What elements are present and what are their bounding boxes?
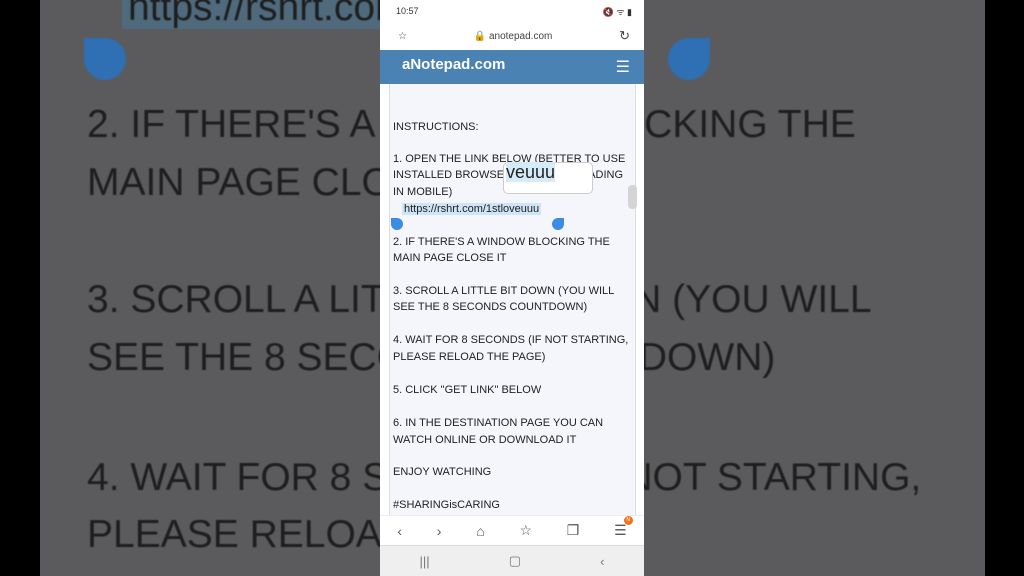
url-field[interactable]: 🔒 anotepad.com (474, 31, 553, 42)
note-line: PLEASE RELOAD THE PAGE) (393, 351, 546, 363)
bg-selection-handle (668, 38, 710, 80)
system-nav-bar: ||| ▢ ‹ (380, 545, 644, 576)
system-back-icon[interactable]: ‹ (600, 554, 604, 569)
note-content: INSTRUCTIONS: 1. OPEN THE LINK BELOW (BE… (389, 84, 636, 515)
site-title[interactable]: aNotepad.com (402, 56, 505, 73)
reload-icon[interactable]: ↻ (619, 28, 630, 44)
scrollbar-thumb[interactable] (628, 185, 637, 209)
note-line: #SHARINGisCARING (393, 499, 500, 511)
note-line: WATCH ONLINE OR DOWNLOAD IT (393, 434, 577, 446)
note-line: 4. WAIT FOR 8 SECONDS (IF NOT STARTING, (393, 334, 629, 346)
bg-selection-handle (84, 38, 126, 80)
home-button-icon[interactable]: ▢ (509, 553, 521, 569)
browser-bottom-nav: ‹ › ⌂ ☆ ❐ ☰ N (380, 515, 644, 545)
status-icons: 🔇 ᯤ ▮ (602, 6, 632, 17)
recents-icon[interactable]: ||| (420, 554, 430, 569)
site-header: aNotepad.com ☰ (380, 50, 644, 84)
note-line: MAIN PAGE CLOSE IT (393, 252, 507, 264)
bookmarks-icon[interactable]: ☆ (519, 522, 532, 539)
text-magnifier: veuuu (503, 162, 593, 194)
hamburger-menu-icon[interactable]: ☰ (616, 57, 630, 77)
forward-icon[interactable]: › (437, 523, 442, 539)
note-line: 5. CLICK "GET LINK" BELOW (393, 384, 542, 396)
note-line: SEE THE 8 SECONDS COUNTDOWN) (393, 301, 588, 313)
selection-handle-start[interactable] (391, 218, 403, 230)
star-icon[interactable]: ☆ (398, 31, 407, 42)
lock-icon: 🔒 (473, 30, 487, 42)
selection-handle-end[interactable] (552, 218, 564, 230)
note-link[interactable]: https://rshrt.com/1stloveuuu (402, 201, 635, 218)
phone-screen: 10:57 🔇 ᯤ ▮ ☆ 🔒 anotepad.com ↻ aNotepad.… (380, 0, 644, 576)
note-line: ENJOY WATCHING (393, 466, 492, 478)
notification-badge: N (623, 516, 633, 525)
back-icon[interactable]: ‹ (397, 523, 402, 539)
note-line: INSTRUCTIONS: (393, 121, 479, 133)
clock: 10:57 (396, 6, 419, 16)
note-line: 2. IF THERE'S A WINDOW BLOCKING THE (393, 236, 610, 248)
note-line: 3. SCROLL A LITTLE BIT DOWN (YOU WILL (393, 285, 615, 297)
tabs-icon[interactable]: ❐ (567, 522, 580, 539)
home-icon[interactable]: ⌂ (476, 523, 484, 539)
status-bar: 10:57 🔇 ᯤ ▮ (380, 0, 644, 22)
menu-icon[interactable]: ☰ N (614, 516, 633, 539)
note-line: 6. IN THE DESTINATION PAGE YOU CAN (393, 417, 604, 429)
address-bar[interactable]: ☆ 🔒 anotepad.com ↻ (380, 22, 644, 50)
